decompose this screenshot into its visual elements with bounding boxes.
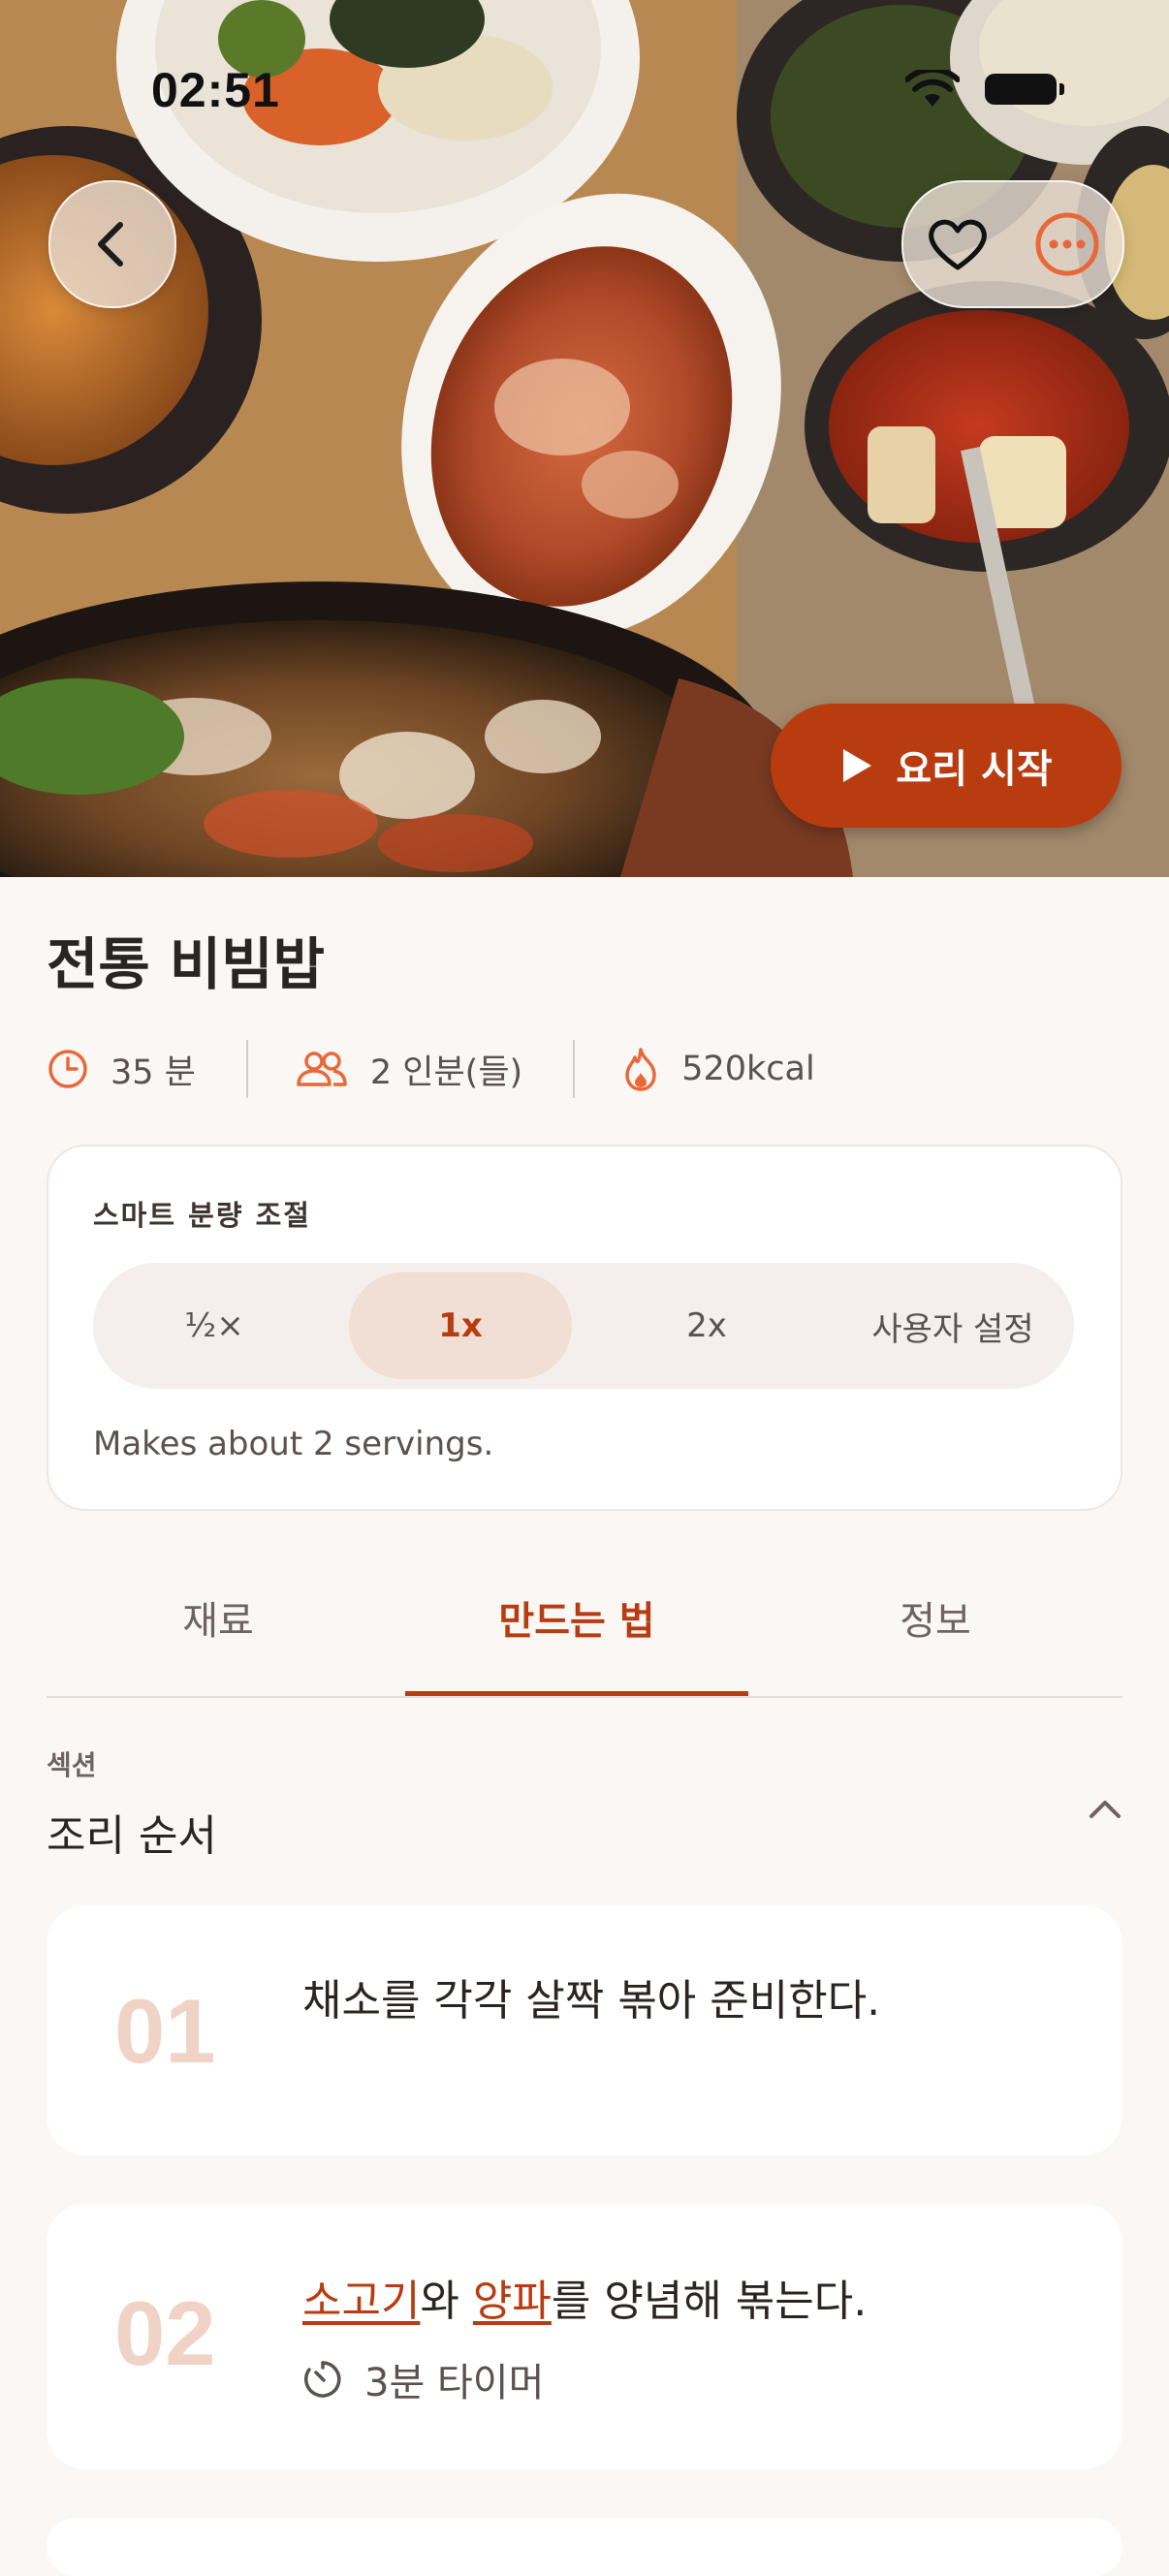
play-icon bbox=[843, 749, 872, 782]
scale-option-half[interactable]: ½× bbox=[103, 1272, 326, 1379]
start-cooking-button[interactable]: 요리 시작 bbox=[771, 704, 1122, 828]
timer-label: 3분 타이머 bbox=[364, 2361, 545, 2405]
battery-icon bbox=[985, 74, 1064, 105]
recipe-meta: 35 분 2 인분(들) 520kcal bbox=[47, 1037, 815, 1101]
step-text: 채소를 각각 살짝 볶아 준비한다. bbox=[302, 1976, 881, 2026]
more-horizontal-icon[interactable] bbox=[1034, 211, 1100, 277]
scale-option-custom[interactable]: 사용자 설정 bbox=[841, 1272, 1064, 1379]
step-number: 01 bbox=[114, 1980, 216, 2082]
scaling-label: 스마트 분량 조절 bbox=[93, 1199, 311, 1232]
scale-option-1x[interactable]: 1x bbox=[349, 1272, 572, 1379]
cook-time: 35 분 bbox=[47, 1045, 196, 1094]
section-label: 섹션 bbox=[47, 1749, 97, 1781]
recipe-tabs: 재료 만드는 법 정보 bbox=[47, 1541, 1122, 1698]
ingredient-link-onion[interactable]: 양파 bbox=[473, 2277, 552, 2326]
step-text-part: 와 bbox=[420, 2277, 473, 2326]
step-text: 소고기와 양파를 양념해 볶는다. bbox=[302, 2266, 867, 2328]
step-card[interactable]: 01 채소를 각각 살짝 볶아 준비한다. bbox=[47, 1905, 1122, 2155]
scale-option-2x[interactable]: 2x bbox=[595, 1272, 818, 1379]
servings-value: 2 인분(들) bbox=[369, 1052, 523, 1092]
calories-value: 520kcal bbox=[681, 1050, 815, 1088]
hero-image: 02:51 요리 시작 bbox=[0, 0, 1169, 877]
flame-icon bbox=[625, 1048, 656, 1091]
divider bbox=[245, 1040, 248, 1098]
back-button[interactable] bbox=[48, 180, 176, 308]
scaling-note: Makes about 2 servings. bbox=[93, 1425, 494, 1463]
divider bbox=[573, 1040, 576, 1098]
chevron-left-icon bbox=[98, 222, 123, 267]
cook-time-value: 35 분 bbox=[111, 1052, 196, 1092]
clock-icon bbox=[48, 1050, 87, 1088]
step-timer[interactable]: 3분 타이머 bbox=[302, 2351, 544, 2407]
servings: 2 인분(들) bbox=[295, 1045, 522, 1094]
heart-icon[interactable] bbox=[926, 215, 990, 273]
timer-icon bbox=[304, 2361, 341, 2398]
ingredient-link-beef[interactable]: 소고기 bbox=[302, 2277, 420, 2326]
recipe-title: 전통 비빔밥 bbox=[47, 931, 325, 997]
wifi-icon bbox=[905, 70, 960, 107]
status-time: 02:51 bbox=[151, 63, 280, 117]
scaling-selector: ½× 1x 2x 사용자 설정 bbox=[93, 1263, 1074, 1389]
status-icons bbox=[905, 70, 1064, 109]
smart-scaling-card: 스마트 분량 조절 ½× 1x 2x 사용자 설정 Makes about 2 … bbox=[47, 1145, 1122, 1511]
step-text-part: 를 양념해 볶는다. bbox=[551, 2277, 868, 2326]
tab-info[interactable]: 정보 bbox=[764, 1541, 1107, 1694]
step-card[interactable] bbox=[47, 2518, 1122, 2576]
calories: 520kcal bbox=[621, 1046, 815, 1092]
people-icon bbox=[297, 1052, 347, 1086]
step-card[interactable]: 02 소고기와 양파를 양념해 볶는다. 3분 타이머 bbox=[47, 2204, 1122, 2469]
tab-ingredients[interactable]: 재료 bbox=[47, 1541, 390, 1694]
hero-actions bbox=[901, 180, 1124, 308]
chevron-up-icon[interactable] bbox=[1086, 1791, 1124, 1830]
step-number: 02 bbox=[114, 2282, 216, 2384]
tab-instructions[interactable]: 만드는 법 bbox=[405, 1541, 748, 1696]
section-title: 조리 순서 bbox=[47, 1811, 217, 1861]
start-cooking-label: 요리 시작 bbox=[896, 747, 1053, 792]
